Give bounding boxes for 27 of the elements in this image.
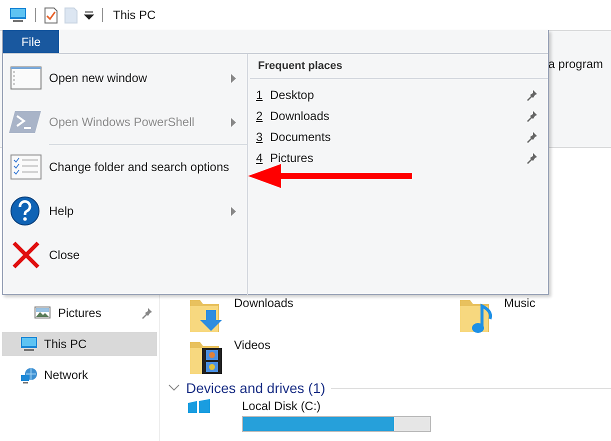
section-heading: Devices and drives (1) (186, 380, 326, 396)
folder-name[interactable]: Videos (234, 338, 270, 352)
recent-place-item[interactable]: 3 Documents (248, 130, 548, 144)
recent-place-item[interactable]: 4 Pictures (248, 151, 548, 165)
folder-name[interactable]: Downloads (234, 296, 294, 310)
recent-place-item[interactable]: 1 Desktop (248, 88, 548, 102)
chevron-down-icon[interactable] (168, 384, 180, 392)
drive-name[interactable]: Local Disk (C:) (242, 399, 431, 413)
computer-icon[interactable] (9, 7, 27, 23)
menu-item[interactable]: Change folder and search options (3, 145, 247, 189)
menu-item[interactable]: Help (3, 189, 247, 233)
dropdown-icon[interactable] (84, 10, 94, 20)
nav-item[interactable]: Pictures (2, 301, 157, 325)
menu-item[interactable]: Close (3, 233, 247, 277)
checklist-icon[interactable] (44, 6, 58, 24)
computer-icon (20, 336, 38, 352)
ribbon-label[interactable]: a program (548, 57, 603, 71)
recent-place-item[interactable]: 2 Downloads (248, 109, 548, 123)
network-icon (20, 366, 38, 384)
folder-name[interactable]: Music (504, 296, 536, 310)
nav-item[interactable]: This PC (2, 332, 157, 356)
file-tab[interactable]: File (3, 30, 59, 53)
pictures-icon (34, 304, 52, 322)
section-heading: Frequent places (250, 54, 548, 79)
menu-item[interactable]: Open new window (3, 56, 247, 100)
nav-item[interactable]: Network (2, 363, 157, 387)
window-title: This PC (113, 8, 156, 22)
